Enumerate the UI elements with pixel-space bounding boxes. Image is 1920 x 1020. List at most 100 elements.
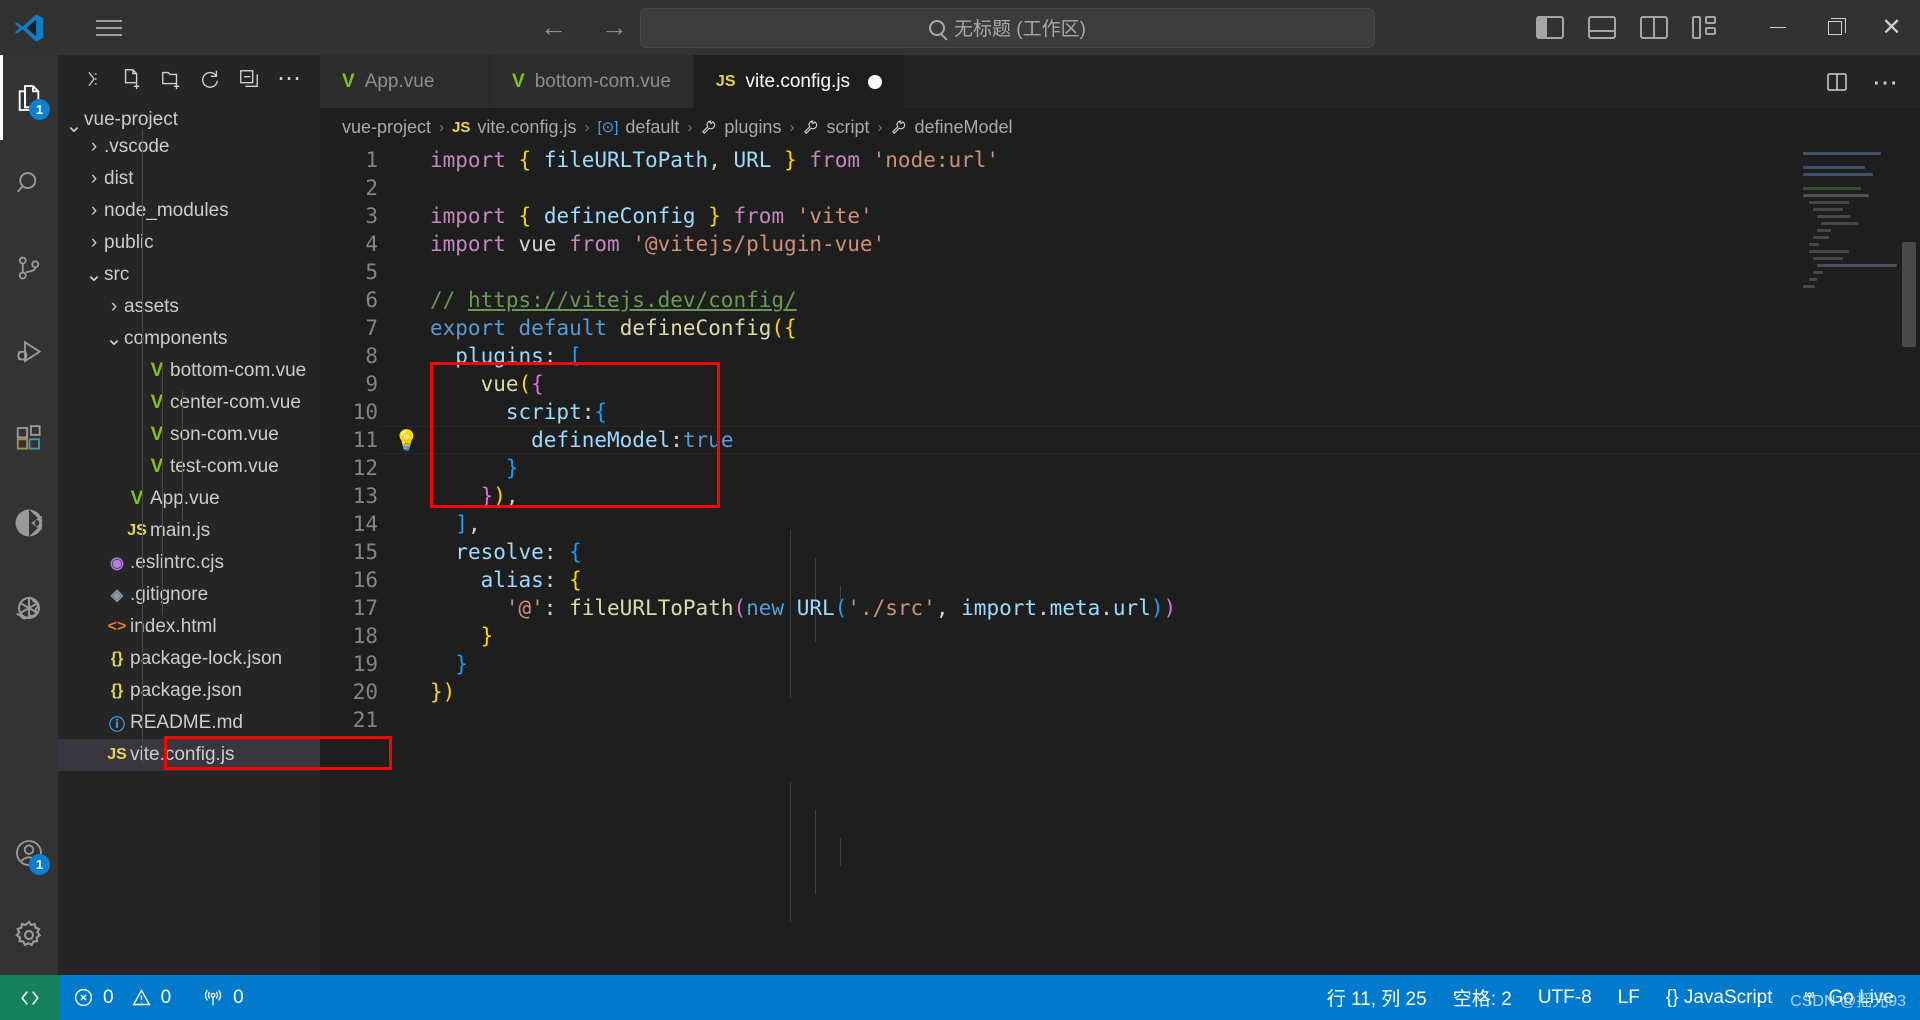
code-editor[interactable]: 1 import { fileURLToPath, URL } from 'nod… [320, 146, 1920, 975]
indent-guide [815, 810, 816, 894]
code-line[interactable]: 19 } [320, 650, 1920, 678]
close-icon[interactable]: ✕ [1863, 0, 1920, 55]
breadcrumb[interactable]: vue-project › JS vite.config.js › [⊙] default ›… [320, 108, 1920, 146]
tree-item-main-js[interactable]: JS main.js [58, 515, 320, 547]
sidebar-item-accounts[interactable]: 1 [0, 810, 58, 895]
split-editor-icon[interactable] [1824, 70, 1850, 94]
lightbulb-quickfix-icon[interactable]: 💡 [394, 428, 419, 452]
tree-item--gitignore[interactable]: ◈ .gitignore [58, 579, 320, 611]
code-line[interactable]: 12 } [320, 454, 1920, 482]
code-line[interactable]: 1 import { fileURLToPath, URL } from 'nod… [320, 146, 1920, 174]
sidebar-item-extensions[interactable] [0, 395, 58, 480]
sidebar-item-manage[interactable] [0, 895, 58, 975]
file-tree[interactable]: ⌄ vue-project › .vscode › dist › node_modules › p… [58, 103, 320, 771]
sidebar-item-run-and-debug[interactable] [0, 310, 58, 395]
tree-item-public[interactable]: › public [58, 227, 320, 259]
sidebar-item-explorer[interactable]: 1 [0, 55, 58, 140]
code-line[interactable]: 3 import { defineConfig } from 'vite' [320, 202, 1920, 230]
arrow-right-icon[interactable]: → [601, 14, 628, 41]
code-line[interactable]: 17 '@': fileURLToPath(new URL('./src', i… [320, 594, 1920, 622]
tree-item-assets[interactable]: › assets [58, 291, 320, 323]
refresh-icon[interactable] [199, 68, 221, 90]
editor-scrollbar-thumb[interactable] [1902, 242, 1916, 347]
tree-item-son-com-vue[interactable]: Vson-com.vue [58, 419, 320, 451]
toggle-primary-sidebar-icon[interactable] [1536, 16, 1564, 39]
code-line[interactable]: 13 }), [320, 482, 1920, 510]
collapse-all-icon[interactable] [238, 68, 260, 90]
remote-window-icon[interactable] [0, 975, 60, 1020]
tree-item-readme-md[interactable]: ⓘ README.md [58, 707, 320, 739]
breadcrumb-item-default[interactable]: [⊙] default [597, 117, 679, 138]
minimap[interactable] [1803, 152, 1898, 288]
editor-tab-app-vue[interactable]: V App.vue [320, 55, 490, 108]
code-line[interactable]: 18 } [320, 622, 1920, 650]
breadcrumb-item-vue-project[interactable]: vue-project [342, 117, 431, 138]
status-eol[interactable]: LF [1605, 975, 1653, 1020]
tree-item-package-json[interactable]: {} package.json [58, 675, 320, 707]
new-folder-icon[interactable] [160, 68, 182, 90]
tree-item-package-lock-json[interactable]: {} package-lock.json [58, 643, 320, 675]
code-line[interactable]: 15 resolve: { [320, 538, 1920, 566]
status-problems-errors[interactable]: 0 [60, 975, 127, 1020]
code-line[interactable]: 10 script:{ [320, 398, 1920, 426]
status-ports[interactable]: 0 [184, 975, 257, 1020]
tree-item-components[interactable]: ⌄ components [58, 323, 320, 355]
sidebar-item-chatgpt[interactable] [0, 565, 58, 650]
status-indentation[interactable]: 空格: 2 [1440, 975, 1525, 1020]
new-file-icon[interactable] [121, 68, 143, 90]
customize-layout-icon[interactable] [1692, 16, 1720, 39]
tree-item-dist[interactable]: › dist [58, 163, 320, 195]
search-icon [929, 19, 946, 36]
code-line[interactable]: 14 ], [320, 510, 1920, 538]
sidebar-item-search[interactable] [0, 140, 58, 225]
sidebar-item-source-control[interactable] [0, 225, 58, 310]
code-line[interactable]: 11 defineModel:true 💡 [320, 426, 1920, 454]
tree-item--vscode[interactable]: › .vscode [58, 131, 320, 163]
code-line[interactable]: 20}) [320, 678, 1920, 706]
tree-item-bottom-com-vue[interactable]: Vbottom-com.vue [58, 355, 320, 387]
toggle-secondary-sidebar-icon[interactable] [1640, 16, 1668, 39]
code-line[interactable]: 16 alias: { [320, 566, 1920, 594]
collapse-folders-icon[interactable] [84, 69, 104, 89]
toggle-panel-icon[interactable] [1588, 16, 1616, 39]
breadcrumb-item-plugins[interactable]: plugins [700, 117, 781, 138]
code-line[interactable]: 6 // https://vitejs.dev/config/ [320, 286, 1920, 314]
code-line[interactable]: 2 [320, 174, 1920, 202]
search-input[interactable]: 无标题 (工作区) [640, 7, 1375, 48]
code-line[interactable]: 8 plugins: [ [320, 342, 1920, 370]
minimize-icon[interactable] [1749, 0, 1806, 55]
more-actions-icon[interactable]: ⋯ [1872, 69, 1898, 95]
tree-item-test-com-vue[interactable]: Vtest-com.vue [58, 451, 320, 483]
more-actions-icon[interactable]: ⋯ [277, 67, 302, 91]
tree-item-vite-config-js[interactable]: JS vite.config.js [58, 739, 320, 771]
unsaved-indicator-icon[interactable] [868, 74, 883, 89]
arrow-left-icon[interactable]: ← [540, 14, 567, 41]
tree-item-app-vue[interactable]: V App.vue [58, 483, 320, 515]
code-line[interactable]: 7 export default defineConfig({ [320, 314, 1920, 342]
warning-icon [132, 989, 151, 1006]
tree-item-index-html[interactable]: <> index.html [58, 611, 320, 643]
status-encoding[interactable]: UTF-8 [1525, 975, 1605, 1020]
editor-tab-vite-config-js[interactable]: JS vite.config.js [693, 55, 906, 108]
tree-item-vue-project[interactable]: ⌄ vue-project [58, 105, 320, 136]
code-line[interactable]: 21 [320, 706, 1920, 734]
status-editor-position[interactable]: 行 11, 列 25 [1314, 975, 1440, 1020]
tree-item-center-com-vue[interactable]: Vcenter-com.vue [58, 387, 320, 419]
sidebar-item-codegeex[interactable] [0, 480, 58, 565]
tree-item-label: bottom-com.vue [170, 360, 307, 381]
tree-item-src[interactable]: ⌄ src [58, 259, 320, 291]
breadcrumb-item-script[interactable]: script [802, 117, 869, 138]
hamburger-menu-icon[interactable] [86, 19, 132, 36]
tree-item--eslintrc-cjs[interactable]: ◉ .eslintrc.cjs [58, 547, 320, 579]
tree-item-node-modules[interactable]: › node_modules [58, 195, 320, 227]
editor-tab-bottom-com-vue[interactable]: Vbottom-com.vue [490, 55, 694, 108]
status-language-mode[interactable]: {} JavaScript [1653, 975, 1786, 1020]
editor-tabs[interactable]: V App.vue Vbottom-com.vue JS vite.config.js [320, 55, 1920, 108]
code-line[interactable]: 5 [320, 258, 1920, 286]
maximize-icon[interactable] [1806, 0, 1863, 55]
breadcrumb-item-vite-config-js[interactable]: JS vite.config.js [452, 117, 576, 138]
code-line[interactable]: 4 import vue from '@vitejs/plugin-vue' [320, 230, 1920, 258]
breadcrumb-item-definemodel[interactable]: defineModel [890, 117, 1013, 138]
code-line[interactable]: 9 vue({ [320, 370, 1920, 398]
status-problems-warnings[interactable]: 0 [127, 975, 185, 1020]
